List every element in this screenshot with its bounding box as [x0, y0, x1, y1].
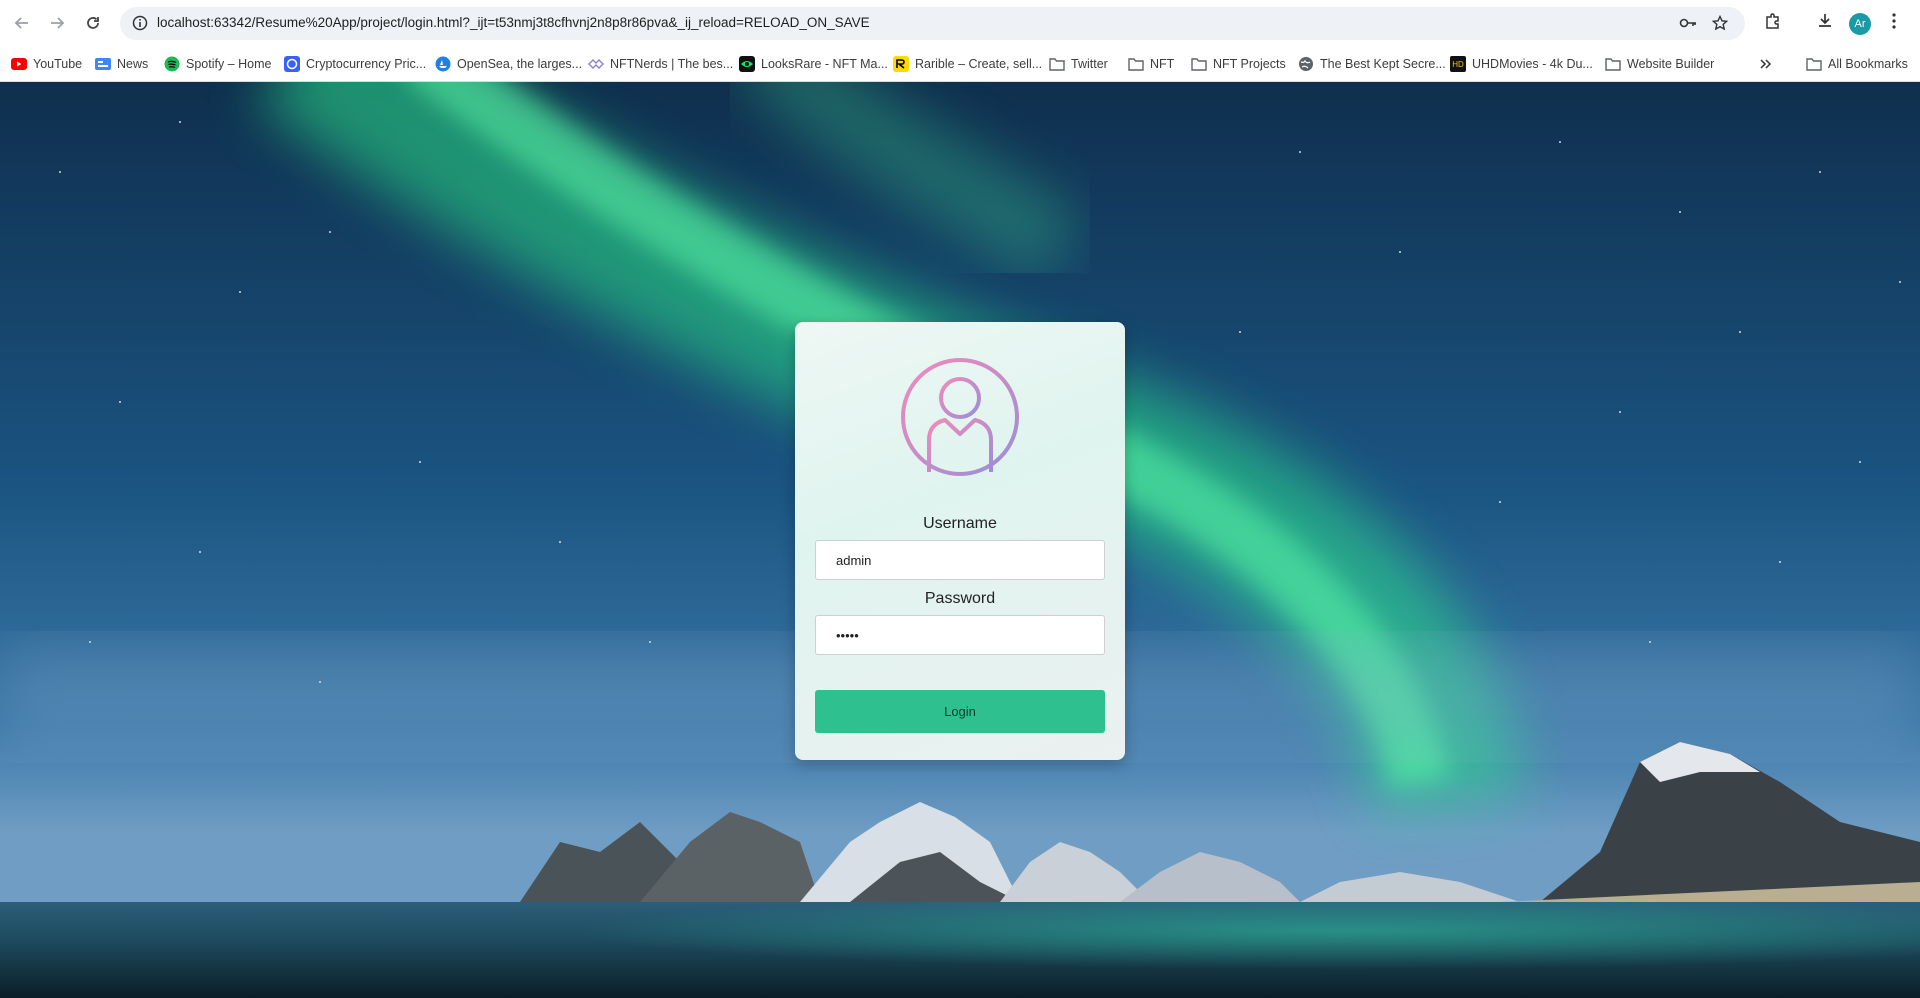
- bookmark-best-kept-secret[interactable]: The Best Kept Secre...: [1298, 54, 1446, 74]
- arrow-left-icon: [14, 17, 28, 29]
- download-icon[interactable]: [1816, 12, 1834, 35]
- bookmarks-overflow-button[interactable]: [1758, 54, 1780, 74]
- forward-button[interactable]: [45, 11, 69, 35]
- login-page: Username Password Login: [0, 82, 1920, 998]
- uhdmovies-icon: HD: [1450, 56, 1466, 72]
- back-button[interactable]: [10, 11, 34, 35]
- bookmark-looksrare[interactable]: LooksRare - NFT Ma...: [739, 54, 888, 74]
- looksrare-icon: [739, 56, 755, 72]
- password-label: Password: [924, 590, 996, 607]
- bookmarks-bar: YouTube News Spotify – Home Cryptocurren…: [0, 46, 1920, 82]
- nftnerds-icon: [588, 56, 604, 72]
- bookmark-uhdmovies[interactable]: HD UHDMovies - 4k Du...: [1450, 54, 1593, 74]
- browser-toolbar: localhost:63342/Resume%20App/project/log…: [0, 0, 1920, 46]
- bookmark-star-icon[interactable]: [1711, 14, 1729, 36]
- folder-icon: [1191, 56, 1207, 72]
- bookmark-youtube[interactable]: YouTube: [11, 54, 82, 74]
- youtube-icon: [11, 56, 27, 72]
- folder-icon: [1128, 56, 1144, 72]
- coinmarketcap-icon: [284, 56, 300, 72]
- bookmark-folder-nft[interactable]: NFT: [1128, 54, 1174, 74]
- reload-icon: [87, 17, 99, 29]
- bookmark-opensea[interactable]: OpenSea, the larges...: [435, 54, 582, 74]
- opensea-icon: [435, 56, 451, 72]
- menu-dots-icon[interactable]: [1891, 12, 1897, 35]
- profile-avatar[interactable]: Ar: [1849, 13, 1871, 35]
- bookmark-folder-nft-projects[interactable]: NFT Projects: [1191, 54, 1286, 74]
- login-button[interactable]: Login: [815, 690, 1105, 733]
- username-label: Username: [923, 515, 997, 532]
- spotify-icon: [164, 56, 180, 72]
- bookmark-news[interactable]: News: [95, 54, 148, 74]
- bookmark-folder-twitter[interactable]: Twitter: [1049, 54, 1108, 74]
- address-bar[interactable]: localhost:63342/Resume%20App/project/log…: [120, 7, 1745, 40]
- password-input[interactable]: [815, 615, 1105, 655]
- password-key-icon[interactable]: [1679, 15, 1697, 36]
- all-bookmarks-button[interactable]: All Bookmarks: [1806, 54, 1908, 74]
- bookmark-folder-website-builder[interactable]: Website Builder: [1605, 54, 1714, 74]
- folder-icon: [1806, 56, 1822, 72]
- rarible-icon: [893, 56, 909, 72]
- bookmark-rarible[interactable]: Rarible – Create, sell...: [893, 54, 1042, 74]
- site-info-icon[interactable]: [132, 15, 148, 36]
- folder-icon: [1049, 56, 1065, 72]
- bookmark-cryptocurrency[interactable]: Cryptocurrency Pric...: [284, 54, 426, 74]
- bookmark-nftnerds[interactable]: NFTNerds | The bes...: [588, 54, 733, 74]
- google-news-icon: [95, 56, 111, 72]
- globe-icon: [1298, 56, 1314, 72]
- arrow-right-icon: [51, 17, 65, 29]
- reload-button[interactable]: [81, 11, 105, 35]
- extensions-icon[interactable]: [1764, 12, 1782, 35]
- bookmark-spotify[interactable]: Spotify – Home: [164, 54, 271, 74]
- user-avatar-icon: [901, 358, 1019, 476]
- svg-text:HD: HD: [1452, 60, 1464, 69]
- username-input[interactable]: [815, 540, 1105, 580]
- login-card: Username Password Login: [795, 322, 1125, 760]
- folder-icon: [1605, 56, 1621, 72]
- double-chevron-right-icon: [1758, 56, 1774, 72]
- url-text[interactable]: localhost:63342/Resume%20App/project/log…: [157, 15, 870, 30]
